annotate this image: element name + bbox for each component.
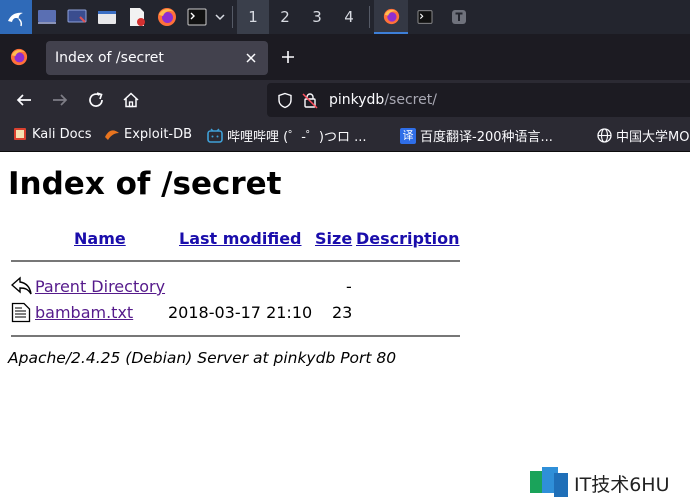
text-app-window-button[interactable] [442,0,476,34]
column-header-name[interactable]: Name [74,229,126,248]
home-icon [123,92,139,108]
arrow-right-icon [53,94,68,106]
bookmark-bilibili[interactable]: 哔哩哔哩 (゜-゜)つロ ... [207,126,367,145]
insecure-lock-icon [302,93,318,109]
globe-icon [596,128,612,144]
firefox-view-button[interactable] [10,48,28,70]
bookmark-label: Kali Docs [32,126,92,142]
bookmark-label: 百度翻译-200种语言... [420,130,553,145]
kali-menu-button[interactable] [0,0,32,34]
text-app-icon [452,10,466,24]
url-text[interactable]: pinkydb/secret/ [329,92,437,108]
page-title: Index of /secret [8,166,282,202]
bookmark-chinese-mooc[interactable]: 中国大学MO [596,126,689,145]
firefox-icon [383,8,399,24]
table-divider-bottom [11,335,460,337]
parent-directory-link[interactable]: Parent Directory [35,277,165,296]
exploit-db-icon [104,126,120,142]
file-manager-button[interactable] [92,0,122,34]
bookmark-exploit-db[interactable]: Exploit-DB [104,126,192,142]
home-button[interactable] [122,91,140,113]
workspace-4[interactable]: 4 [333,0,365,34]
parent-directory-size: - [346,277,352,296]
new-tab-button[interactable] [280,49,296,69]
reload-button[interactable] [87,91,105,113]
text-editor-icon [130,8,145,26]
watermark: IT技术6HU [528,464,688,500]
plus-icon [282,51,294,63]
close-icon [246,53,256,63]
arrow-left-icon [16,94,31,106]
tracking-protection-button[interactable] [277,92,293,113]
bilibili-icon [207,128,223,144]
browser-tab-active[interactable]: Index of /secret [46,41,268,75]
system-taskbar: 1 2 3 4 [0,0,690,34]
folder-icon [98,11,116,24]
shield-icon [278,92,292,109]
url-bar[interactable]: pinkydb/secret/ [267,83,690,117]
server-signature: Apache/2.4.25 (Debian) Server at pinkydb… [8,349,397,367]
watermark-logo-icon [530,467,568,497]
site-info-button[interactable] [302,92,318,113]
workspace-2[interactable]: 2 [269,0,301,34]
table-divider-top [11,260,460,262]
file-last-modified: 2018-03-17 21:10 [168,303,313,322]
show-desktop-button[interactable] [32,0,62,34]
tab-title: Index of /secret [55,50,164,66]
column-header-size[interactable]: Size [315,229,352,248]
tab-close-button[interactable] [244,50,258,69]
workspace-3[interactable]: 3 [301,0,333,34]
monitor-app-button[interactable] [62,0,92,34]
kali-docs-icon [12,126,28,142]
bookmark-label: Exploit-DB [124,126,193,142]
terminal-icon [417,10,433,24]
firefox-icon [158,8,176,26]
bookmarks-toolbar: Kali Docs Exploit-DB 哔哩哔哩 (゜-゜)つロ ... 译 … [0,120,690,152]
launcher-dropdown-button[interactable] [212,0,228,34]
terminal-launcher-button[interactable] [182,0,212,34]
bookmark-label: 哔哩哔哩 (゜-゜)つロ ... [227,130,367,145]
bookmark-label: 中国大学MO [616,130,690,145]
text-editor-button[interactable] [122,0,152,34]
file-size: 23 [332,303,353,322]
browser-tab-strip: Index of /secret [0,34,690,80]
browser-nav-bar: pinkydb/secret/ [0,80,690,120]
monitor-icon [67,9,87,23]
url-path: /secret/ [384,92,437,108]
desktop-icon [38,10,56,24]
terminal-window-button[interactable] [408,0,442,34]
taskbar-separator [369,6,370,28]
web-page-content: Index of /secret Name Last modified Size… [0,152,690,502]
back-folder-icon [10,276,32,300]
bookmark-kali-docs[interactable]: Kali Docs [12,126,92,142]
firefox-window-button[interactable] [374,0,408,34]
reload-icon [89,92,103,107]
forward-button[interactable] [51,91,69,113]
bookmark-baidu-translate[interactable]: 译 百度翻译-200种语言... [400,126,553,145]
firefox-launcher-button[interactable] [152,0,182,34]
terminal-icon [187,8,207,26]
baidu-translate-icon: 译 [400,127,416,144]
kali-dragon-icon [8,12,23,27]
taskbar-separator [232,6,233,28]
watermark-text: IT技术6HU [574,474,670,496]
file-link-bambam[interactable]: bambam.txt [35,303,133,322]
firefox-icon [10,48,28,66]
column-header-last-modified[interactable]: Last modified [179,229,302,248]
text-file-icon [11,302,31,327]
url-host: pinkydb [329,92,385,108]
back-button[interactable] [15,91,33,113]
chevron-down-icon [215,14,225,21]
column-header-description[interactable]: Description [356,229,459,248]
workspace-1[interactable]: 1 [237,0,269,34]
